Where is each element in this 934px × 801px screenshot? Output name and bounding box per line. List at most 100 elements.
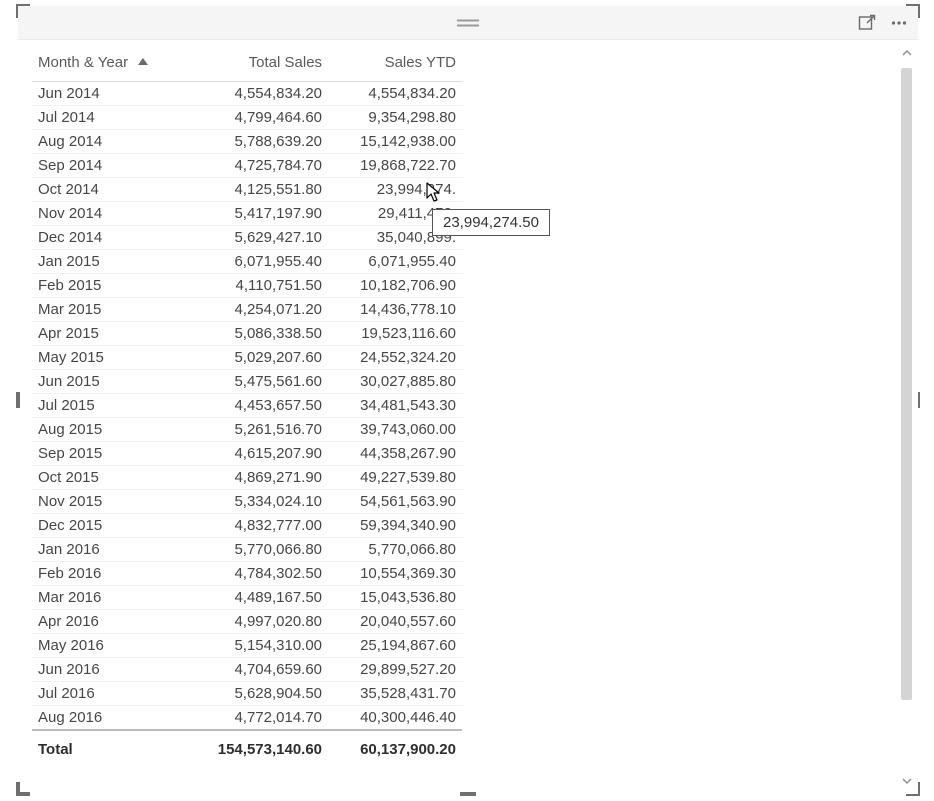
cell-month-year: Apr 2016: [32, 610, 184, 634]
cell-total-sales: 4,453,657.50: [184, 394, 328, 418]
table-row[interactable]: Jan 20156,071,955.406,071,955.40: [32, 250, 462, 274]
cell-month-year: Oct 2014: [32, 178, 184, 202]
cell-month-year: Sep 2014: [32, 154, 184, 178]
cell-total-sales: 4,832,777.00: [184, 514, 328, 538]
table-visual[interactable]: Month & Year Total Sales Sales YTD Jun 2…: [18, 6, 918, 794]
cell-total-sales: 4,254,071.20: [184, 298, 328, 322]
cell-total-sales: 4,725,784.70: [184, 154, 328, 178]
cell-month-year: Sep 2015: [32, 442, 184, 466]
cell-sales-ytd: 54,561,563.90: [328, 490, 462, 514]
cell-total-sales: 4,869,271.90: [184, 466, 328, 490]
column-header-total-sales[interactable]: Total Sales: [184, 46, 328, 82]
cell-month-year: Oct 2015: [32, 466, 184, 490]
cell-month-year: Feb 2016: [32, 562, 184, 586]
cell-sales-ytd: 10,182,706.90: [328, 274, 462, 298]
table-row[interactable]: Feb 20164,784,302.5010,554,369.30: [32, 562, 462, 586]
table-row[interactable]: Sep 20144,725,784.7019,868,722.70: [32, 154, 462, 178]
cell-sales-ytd: 29,899,527.20: [328, 658, 462, 682]
cell-month-year: Dec 2014: [32, 226, 184, 250]
cell-month-year: Jan 2015: [32, 250, 184, 274]
column-header-label: Sales YTD: [385, 54, 456, 71]
cell-total-sales: 5,417,197.90: [184, 202, 328, 226]
table-row[interactable]: Jul 20154,453,657.5034,481,543.30: [32, 394, 462, 418]
table-row[interactable]: Aug 20155,261,516.7039,743,060.00: [32, 418, 462, 442]
cell-sales-ytd: 35,040,899.: [328, 226, 462, 250]
table-row[interactable]: Oct 20154,869,271.9049,227,539.80: [32, 466, 462, 490]
scroll-down-icon[interactable]: [900, 774, 914, 788]
table-row[interactable]: Oct 20144,125,551.8023,994,274.: [32, 178, 462, 202]
focus-mode-icon[interactable]: [856, 12, 878, 34]
cell-total-sales: 5,629,427.10: [184, 226, 328, 250]
cell-sales-ytd: 23,994,274.: [328, 178, 462, 202]
table-row[interactable]: Sep 20154,615,207.9044,358,267.90: [32, 442, 462, 466]
cell-sales-ytd: 40,300,446.40: [328, 706, 462, 731]
table-row[interactable]: Dec 20145,629,427.1035,040,899.: [32, 226, 462, 250]
column-header-label: Total Sales: [249, 54, 322, 71]
cell-sales-ytd: 29,411,472.: [328, 202, 462, 226]
cell-month-year: Jan 2016: [32, 538, 184, 562]
cell-total-sales: 4,125,551.80: [184, 178, 328, 202]
table-row[interactable]: Apr 20155,086,338.5019,523,116.60: [32, 322, 462, 346]
cell-total-sales: 5,086,338.50: [184, 322, 328, 346]
cell-sales-ytd: 6,071,955.40: [328, 250, 462, 274]
cell-total-sales: 5,628,904.50: [184, 682, 328, 706]
table-row[interactable]: Nov 20145,417,197.9029,411,472.: [32, 202, 462, 226]
cell-total-sales: 5,154,310.00: [184, 634, 328, 658]
column-header-sales-ytd[interactable]: Sales YTD: [328, 46, 462, 82]
table-row[interactable]: Aug 20145,788,639.2015,142,938.00: [32, 130, 462, 154]
column-header-month-year[interactable]: Month & Year: [32, 46, 184, 82]
cell-total-sales: 4,784,302.50: [184, 562, 328, 586]
totals-row: Total 154,573,140.60 60,137,900.20: [32, 730, 462, 766]
cell-total-sales: 4,799,464.60: [184, 106, 328, 130]
vertical-scrollbar[interactable]: [896, 40, 918, 794]
table-row[interactable]: Dec 20154,832,777.0059,394,340.90: [32, 514, 462, 538]
cell-month-year: May 2016: [32, 634, 184, 658]
table-row[interactable]: Jul 20165,628,904.5035,528,431.70: [32, 682, 462, 706]
cell-month-year: Jul 2014: [32, 106, 184, 130]
cell-total-sales: 6,071,955.40: [184, 250, 328, 274]
more-options-icon[interactable]: [888, 12, 910, 34]
cell-sales-ytd: 15,142,938.00: [328, 130, 462, 154]
totals-total-sales: 154,573,140.60: [184, 730, 328, 766]
table-row[interactable]: Nov 20155,334,024.1054,561,563.90: [32, 490, 462, 514]
cell-total-sales: 5,334,024.10: [184, 490, 328, 514]
cell-month-year: Aug 2014: [32, 130, 184, 154]
cell-month-year: Nov 2014: [32, 202, 184, 226]
cell-month-year: Jun 2016: [32, 658, 184, 682]
table-row[interactable]: Feb 20154,110,751.5010,182,706.90: [32, 274, 462, 298]
table-row[interactable]: May 20155,029,207.6024,552,324.20: [32, 346, 462, 370]
cell-total-sales: 5,475,561.60: [184, 370, 328, 394]
table-row[interactable]: May 20165,154,310.0025,194,867.60: [32, 634, 462, 658]
visual-header: [18, 6, 918, 40]
cell-sales-ytd: 10,554,369.30: [328, 562, 462, 586]
cell-month-year: Dec 2015: [32, 514, 184, 538]
cell-total-sales: 5,261,516.70: [184, 418, 328, 442]
cell-sales-ytd: 34,481,543.30: [328, 394, 462, 418]
drag-handle-icon[interactable]: [457, 19, 479, 26]
scrollbar-thumb[interactable]: [901, 68, 912, 700]
table-row[interactable]: Mar 20154,254,071.2014,436,778.10: [32, 298, 462, 322]
cell-month-year: Jun 2015: [32, 370, 184, 394]
cell-month-year: Apr 2015: [32, 322, 184, 346]
cell-month-year: Jul 2016: [32, 682, 184, 706]
table-row[interactable]: Jun 20155,475,561.6030,027,885.80: [32, 370, 462, 394]
cell-month-year: Feb 2015: [32, 274, 184, 298]
cell-sales-ytd: 20,040,557.60: [328, 610, 462, 634]
table-row[interactable]: Jun 20164,704,659.6029,899,527.20: [32, 658, 462, 682]
table-row[interactable]: Jan 20165,770,066.805,770,066.80: [32, 538, 462, 562]
table-row[interactable]: Apr 20164,997,020.8020,040,557.60: [32, 610, 462, 634]
cell-sales-ytd: 24,552,324.20: [328, 346, 462, 370]
cell-month-year: Aug 2016: [32, 706, 184, 731]
cell-month-year: Mar 2016: [32, 586, 184, 610]
table-row[interactable]: Jul 20144,799,464.609,354,298.80: [32, 106, 462, 130]
cell-sales-ytd: 5,770,066.80: [328, 538, 462, 562]
cell-month-year: May 2015: [32, 346, 184, 370]
table-row[interactable]: Aug 20164,772,014.7040,300,446.40: [32, 706, 462, 731]
table-row[interactable]: Mar 20164,489,167.5015,043,536.80: [32, 586, 462, 610]
cell-month-year: Mar 2015: [32, 298, 184, 322]
cell-sales-ytd: 19,523,116.60: [328, 322, 462, 346]
totals-label: Total: [32, 730, 184, 766]
table-row[interactable]: Jun 20144,554,834.204,554,834.20: [32, 82, 462, 106]
scroll-up-icon[interactable]: [900, 46, 914, 60]
cell-sales-ytd: 19,868,722.70: [328, 154, 462, 178]
